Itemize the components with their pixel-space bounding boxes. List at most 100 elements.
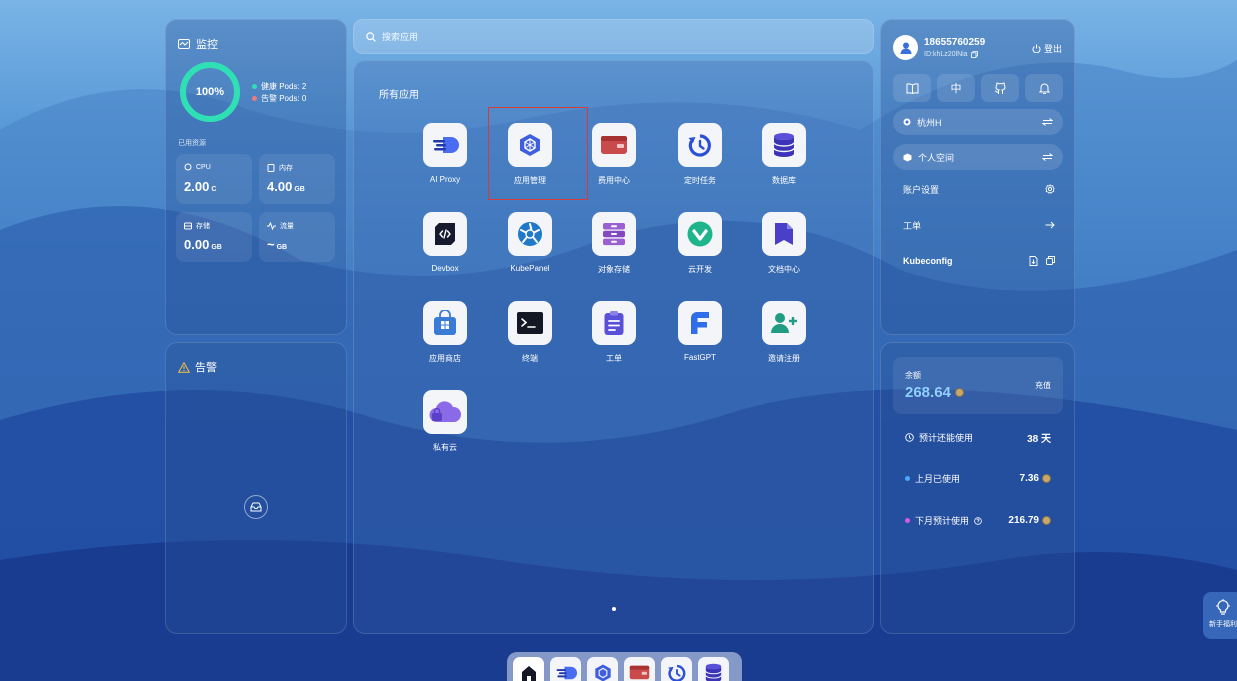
- account-id: ID:khLz20lNia: [924, 51, 978, 58]
- search-input[interactable]: [382, 31, 682, 42]
- health-percent: 100%: [195, 86, 225, 98]
- gear-icon: [1045, 184, 1055, 194]
- dock-ai-proxy[interactable]: [550, 657, 581, 681]
- traffic-card: 流量 ~ GB: [259, 212, 335, 262]
- page-indicator[interactable]: [612, 607, 616, 611]
- avatar[interactable]: [893, 35, 918, 60]
- cpu-icon: [184, 163, 192, 171]
- coin-icon: [1042, 516, 1051, 525]
- app-manage-icon: [593, 663, 613, 681]
- power-icon: [1032, 44, 1041, 53]
- last-month-row: 上月已使用 7.36: [905, 472, 1051, 485]
- ticket-row[interactable]: 工单: [903, 216, 1055, 234]
- apps-panel: 所有应用 AI Proxy 应用管理 费用中心 定时任务 数据库 Devbox …: [353, 60, 874, 634]
- alerts-panel: 告警: [165, 342, 347, 634]
- workspace-selector[interactable]: 个人空间: [893, 144, 1063, 170]
- last-month-dot: [905, 476, 910, 481]
- app-object-storage[interactable]: 对象存储: [574, 210, 654, 290]
- logout-button[interactable]: 登出: [1032, 42, 1062, 55]
- app-kubepanel[interactable]: KubePanel: [490, 210, 570, 290]
- ticket-icon: [603, 310, 625, 336]
- balance-card: 余额 268.64 充值: [893, 357, 1063, 414]
- monitor-icon: [178, 39, 190, 49]
- ai-proxy-icon: [431, 135, 459, 155]
- devbox-icon: [432, 221, 458, 247]
- app-database[interactable]: 数据库: [744, 121, 824, 201]
- switch-icon: [1042, 153, 1053, 161]
- next-month-row: 下月预计使用 216.79: [905, 514, 1051, 527]
- cron-icon: [667, 663, 687, 681]
- github-icon: [994, 81, 1007, 95]
- balance-value: 268.64: [905, 384, 964, 401]
- app-devbox[interactable]: Devbox: [405, 210, 485, 290]
- docs-button[interactable]: [893, 74, 931, 102]
- wallet-icon: [629, 664, 650, 681]
- wallet-icon: [600, 134, 628, 156]
- download-icon[interactable]: [1029, 256, 1038, 266]
- memory-card: 内存 4.00 GB: [259, 154, 335, 204]
- account-phone: 18655760259: [924, 37, 986, 48]
- alerts-title: 告警: [178, 359, 217, 375]
- account-settings-row[interactable]: 账户设置: [903, 180, 1055, 198]
- dock-cron-jobs[interactable]: [661, 657, 692, 681]
- dock-home[interactable]: [513, 657, 544, 681]
- monitor-title: 监控: [178, 36, 218, 52]
- object-storage-icon: [601, 221, 627, 247]
- cron-icon: [687, 132, 713, 158]
- empty-inbox-icon: [244, 495, 268, 519]
- kubeconfig-row: Kubeconfig: [903, 252, 1055, 270]
- warning-icon: [178, 361, 190, 373]
- monitor-panel: 监控 100% 健康 Pods: 2 告警 Pods: 0 已用资源 CPU 2…: [165, 19, 347, 335]
- dock-database[interactable]: [698, 657, 729, 681]
- fastgpt-icon: [688, 310, 712, 336]
- copy-icon[interactable]: [970, 51, 978, 58]
- app-terminal[interactable]: 终端: [490, 299, 570, 379]
- notification-button[interactable]: [1025, 74, 1063, 102]
- days-remaining-row: 预计还能使用 38 天: [905, 430, 1051, 445]
- dock-app-manage[interactable]: [587, 657, 618, 681]
- terminal-icon: [516, 311, 544, 335]
- healthy-pods-legend: 健康 Pods: 2: [252, 81, 306, 92]
- used-resources-label: 已用资源: [178, 140, 206, 147]
- app-fastgpt[interactable]: FastGPT: [660, 299, 740, 379]
- region-dot-icon: [903, 118, 911, 126]
- alert-dot: [252, 96, 257, 101]
- app-invite[interactable]: 邀请注册: [744, 299, 824, 379]
- app-ai-proxy[interactable]: AI Proxy: [405, 121, 485, 201]
- bell-icon: [1038, 82, 1050, 94]
- account-panel: 18655760259 ID:khLz20lNia 登出 中 杭州H 个人空间 …: [880, 19, 1075, 335]
- arrow-right-icon: [1045, 221, 1055, 229]
- copy-icon[interactable]: [1046, 256, 1055, 266]
- storage-card: 存储 0.00 GB: [176, 212, 252, 262]
- app-app-store[interactable]: 应用商店: [405, 299, 485, 379]
- clock-icon: [905, 433, 914, 442]
- selection-highlight: [488, 107, 588, 200]
- coin-icon: [954, 388, 964, 397]
- memory-icon: [267, 164, 275, 172]
- app-docs-center[interactable]: 文档中心: [744, 210, 824, 290]
- apps-title: 所有应用: [379, 90, 419, 101]
- cpu-card: CPU 2.00 C: [176, 154, 252, 204]
- region-selector[interactable]: 杭州H: [893, 109, 1063, 135]
- lightbulb-icon: [1215, 599, 1231, 615]
- search-icon: [366, 31, 376, 42]
- beginner-benefits-button[interactable]: 新手福利: [1203, 592, 1237, 639]
- help-icon[interactable]: [974, 516, 982, 525]
- search-bar[interactable]: [353, 19, 874, 54]
- coin-icon: [1042, 474, 1051, 483]
- storage-icon: [184, 222, 192, 230]
- github-button[interactable]: [981, 74, 1019, 102]
- language-button[interactable]: 中: [937, 74, 975, 102]
- dock-billing[interactable]: [624, 657, 655, 681]
- kubepanel-icon: [517, 221, 543, 247]
- app-private-cloud[interactable]: 私有云: [405, 388, 485, 468]
- app-dock: [507, 652, 742, 681]
- app-cloud-dev[interactable]: 云开发: [660, 210, 740, 290]
- app-cron-jobs[interactable]: 定时任务: [660, 121, 740, 201]
- app-ticket[interactable]: 工单: [574, 299, 654, 379]
- recharge-button[interactable]: 充值: [1035, 380, 1051, 391]
- database-icon: [705, 663, 722, 681]
- traffic-icon: [267, 222, 276, 230]
- invite-icon: [770, 311, 798, 335]
- cloud-dev-icon: [687, 221, 713, 247]
